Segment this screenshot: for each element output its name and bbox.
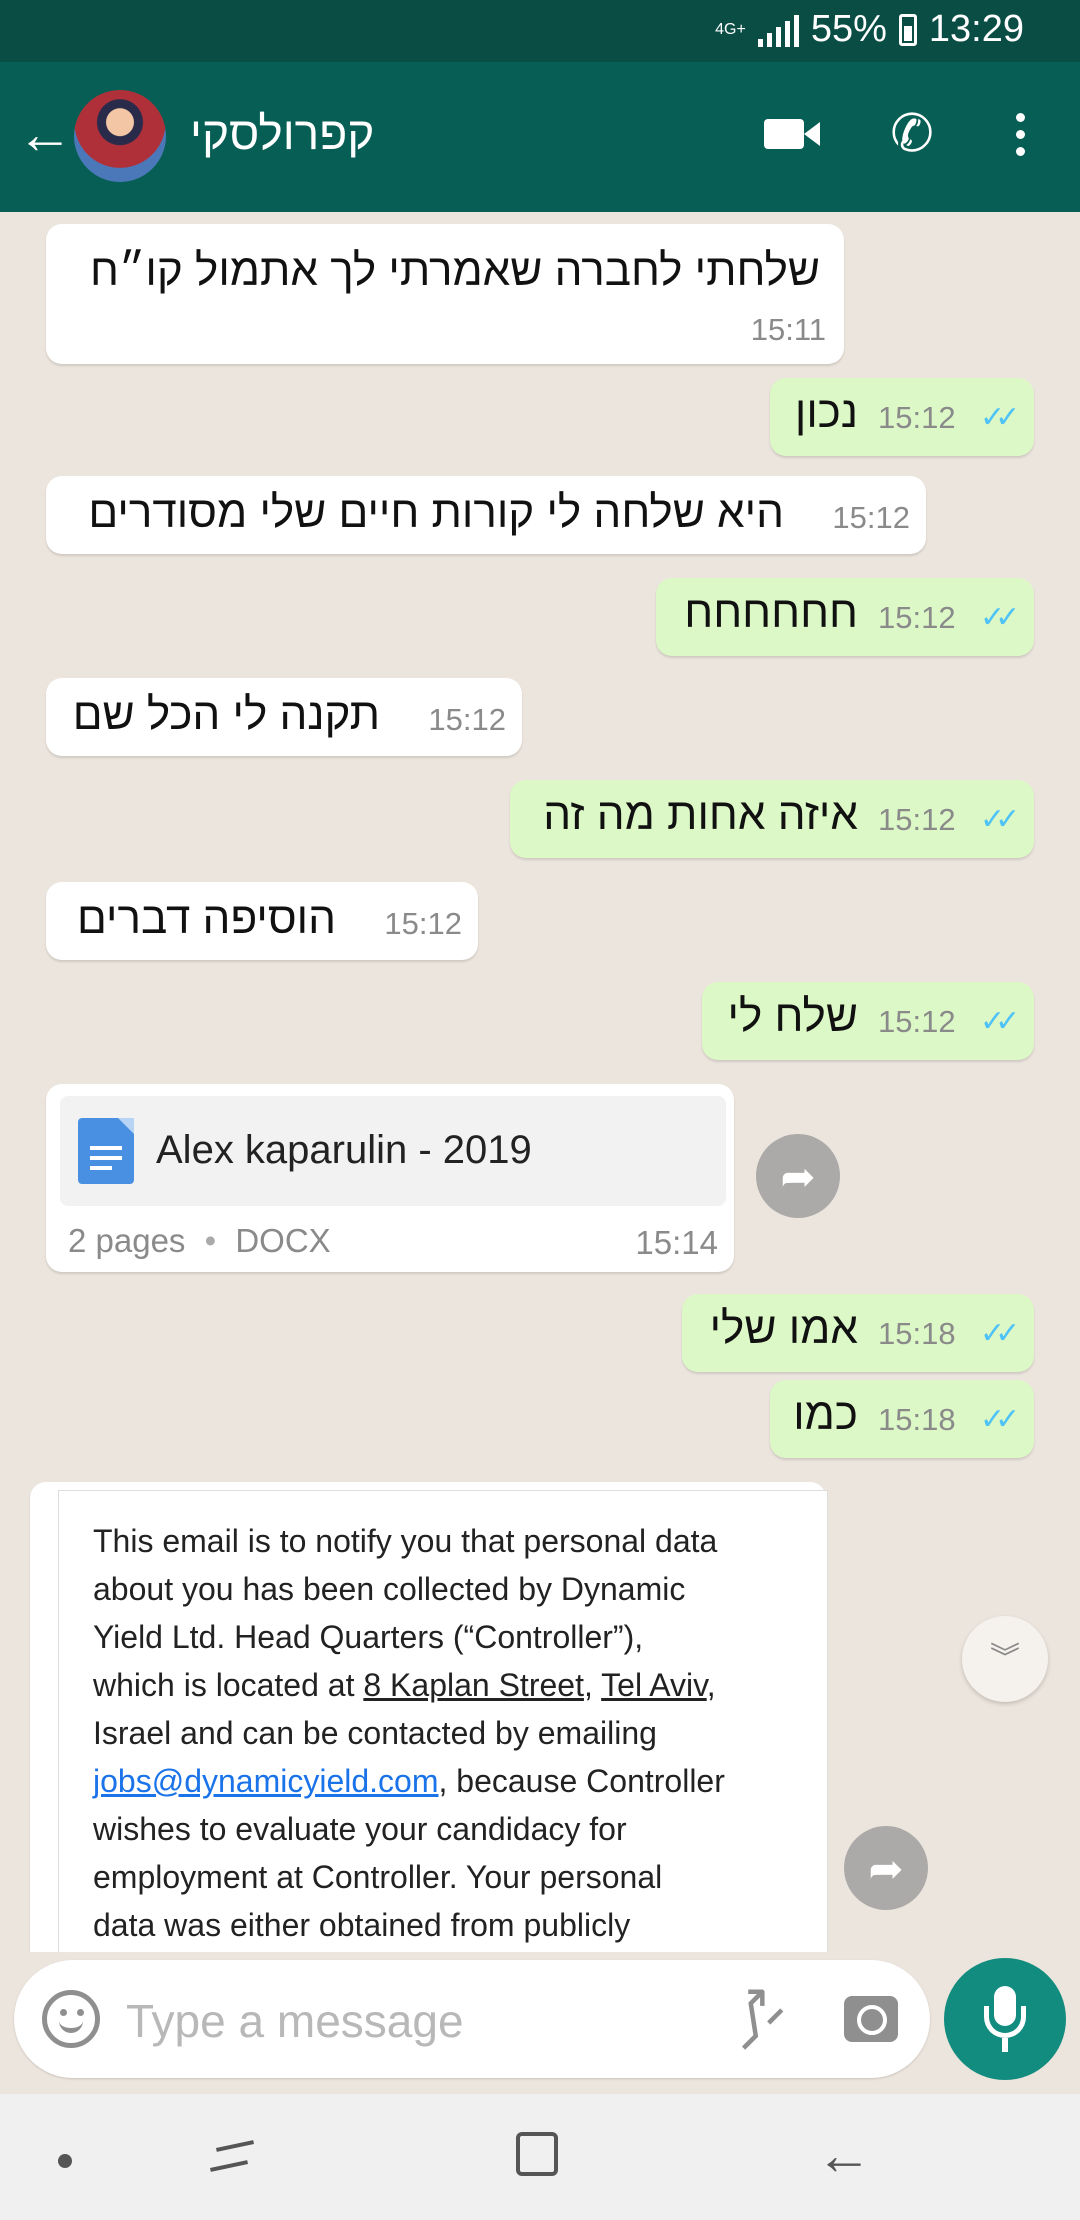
network-type: 4G+: [715, 20, 746, 38]
message-bubble-outgoing[interactable]: שלח לי 15:12 ✓✓: [702, 982, 1034, 1060]
document-card[interactable]: Alex kaparulin - 2019: [60, 1096, 726, 1206]
message-time: 15:12: [428, 702, 506, 737]
double-check-icon: ✓✓: [980, 1403, 1020, 1436]
email-line: employment at Controller. Your personal: [93, 1859, 663, 1895]
nav-dot-icon[interactable]: [58, 2154, 72, 2168]
chat-header: ← קפרולסקי ✆: [0, 62, 1080, 212]
document-name: Alex kaparulin - 2019: [156, 1128, 532, 1172]
message-bubble-outgoing[interactable]: נכון 15:12 ✓✓: [770, 378, 1034, 456]
chevron-double-down-icon[interactable]: ︾: [962, 1616, 1048, 1702]
message-text: הוסיפה דברים: [77, 894, 336, 943]
document-pages: 2 pages: [68, 1222, 186, 1259]
message-time: 15:11: [750, 312, 826, 347]
email-line: jobs@dynamicyield.com, because Controlle…: [93, 1763, 725, 1799]
double-check-icon: ✓✓: [980, 803, 1020, 836]
email-line: Yield Ltd. Head Quarters (“Controller”),: [93, 1619, 644, 1655]
home-icon[interactable]: [516, 2132, 558, 2176]
message-bubble-incoming[interactable]: תקנה לי הכל שם 15:12: [46, 678, 522, 756]
system-nav-bar: ←: [0, 2094, 1080, 2220]
message-text: איזה אחות מה זה: [543, 790, 858, 839]
message-input[interactable]: Type a message: [126, 1994, 464, 2048]
video-camera-icon[interactable]: [756, 102, 820, 166]
message-time: 15:14: [635, 1224, 718, 1261]
recent-apps-icon[interactable]: [209, 2136, 255, 2176]
message-time: 15:12: [878, 400, 956, 435]
email-line: wishes to evaluate your candidacy for: [93, 1811, 627, 1847]
document-icon: [78, 1118, 134, 1184]
phone-icon[interactable]: ✆: [880, 102, 944, 166]
message-time: 15:18: [878, 1316, 956, 1351]
email-link: jobs@dynamicyield.com: [93, 1763, 439, 1799]
meta-separator: •: [204, 1222, 217, 1259]
message-bubble-outgoing[interactable]: אמו שלי 15:18 ✓✓: [682, 1294, 1034, 1372]
document-type: DOCX: [235, 1222, 331, 1259]
message-time: 15:12: [832, 500, 910, 535]
message-time: 15:12: [878, 1004, 956, 1039]
message-text: שלחתי לחברה שאמרתי לך אתמול קו״ח: [89, 246, 820, 295]
message-composer[interactable]: Type a message ⎇: [14, 1960, 930, 2078]
message-text: אמו שלי: [709, 1304, 858, 1353]
more-vert-icon[interactable]: [1000, 102, 1040, 166]
forward-icon[interactable]: ➦: [844, 1826, 928, 1910]
message-text: כמו: [793, 1390, 858, 1439]
forward-icon[interactable]: ➦: [756, 1134, 840, 1218]
camera-icon[interactable]: [844, 1996, 898, 2042]
email-line: which is located at 8 Kaplan Street, Tel…: [93, 1667, 716, 1703]
address-street: 8 Kaplan Street: [363, 1667, 584, 1703]
message-time: 15:12: [384, 906, 462, 941]
message-bubble-outgoing[interactable]: כמו 15:18 ✓✓: [770, 1380, 1034, 1458]
document-message[interactable]: Alex kaparulin - 2019 2 pages • DOCX 15:…: [46, 1084, 734, 1272]
double-check-icon: ✓✓: [980, 1317, 1020, 1350]
battery-icon: [898, 13, 917, 46]
message-text: היא שלחה לי קורות חיים שלי מסודרים: [88, 488, 784, 537]
battery-percent: 55%: [810, 8, 887, 50]
message-text: נכון: [794, 388, 858, 437]
email-screenshot: This email is to notify you that persona…: [58, 1490, 828, 1952]
arrow-left-icon[interactable]: ←: [17, 106, 73, 162]
signal-icon: [757, 13, 799, 47]
image-message[interactable]: This email is to notify you that persona…: [30, 1482, 828, 1952]
message-time: 15:18: [878, 1402, 956, 1437]
mic-icon[interactable]: [944, 1958, 1066, 2080]
status-bar: 4G+ 55% 13:29: [0, 0, 1080, 62]
message-text: תקנה לי הכל שם: [72, 690, 380, 739]
email-line: data was either obtained from publicly: [93, 1907, 631, 1943]
emoji-icon[interactable]: [42, 1990, 100, 2048]
email-line: about you has been collected by Dynamic: [93, 1571, 686, 1607]
message-bubble-incoming[interactable]: הוסיפה דברים 15:12: [46, 882, 478, 960]
message-bubble-incoming[interactable]: שלחתי לחברה שאמרתי לך אתמול קו״ח 15:11: [46, 224, 844, 364]
message-bubble-outgoing[interactable]: איזה אחות מה זה 15:12 ✓✓: [510, 780, 1034, 858]
email-line: This email is to notify you that persona…: [93, 1523, 718, 1559]
message-text: חחחחחח: [684, 588, 858, 637]
message-bubble-incoming[interactable]: היא שלחה לי קורות חיים שלי מסודרים 15:12: [46, 476, 926, 554]
double-check-icon: ✓✓: [980, 401, 1020, 434]
message-list[interactable]: שלחתי לחברה שאמרתי לך אתמול קו״ח 15:11 נ…: [0, 212, 1080, 1952]
message-time: 15:12: [878, 600, 956, 635]
message-time: 15:12: [878, 802, 956, 837]
email-line: Israel and can be contacted by emailing: [93, 1715, 657, 1751]
avatar[interactable]: [74, 90, 166, 182]
double-check-icon: ✓✓: [980, 1005, 1020, 1038]
nav-back-icon[interactable]: ←: [816, 2122, 872, 2187]
address-city: Tel Aviv: [601, 1667, 707, 1703]
double-check-icon: ✓✓: [980, 601, 1020, 634]
contact-name[interactable]: קפרולסקי: [190, 106, 374, 160]
clock: 13:29: [928, 8, 1024, 50]
paperclip-icon[interactable]: ⎇: [707, 1973, 796, 2062]
message-bubble-outgoing[interactable]: חחחחחח 15:12 ✓✓: [656, 578, 1034, 656]
document-meta: 2 pages • DOCX: [68, 1222, 331, 1260]
message-text: שלח לי: [727, 992, 858, 1041]
